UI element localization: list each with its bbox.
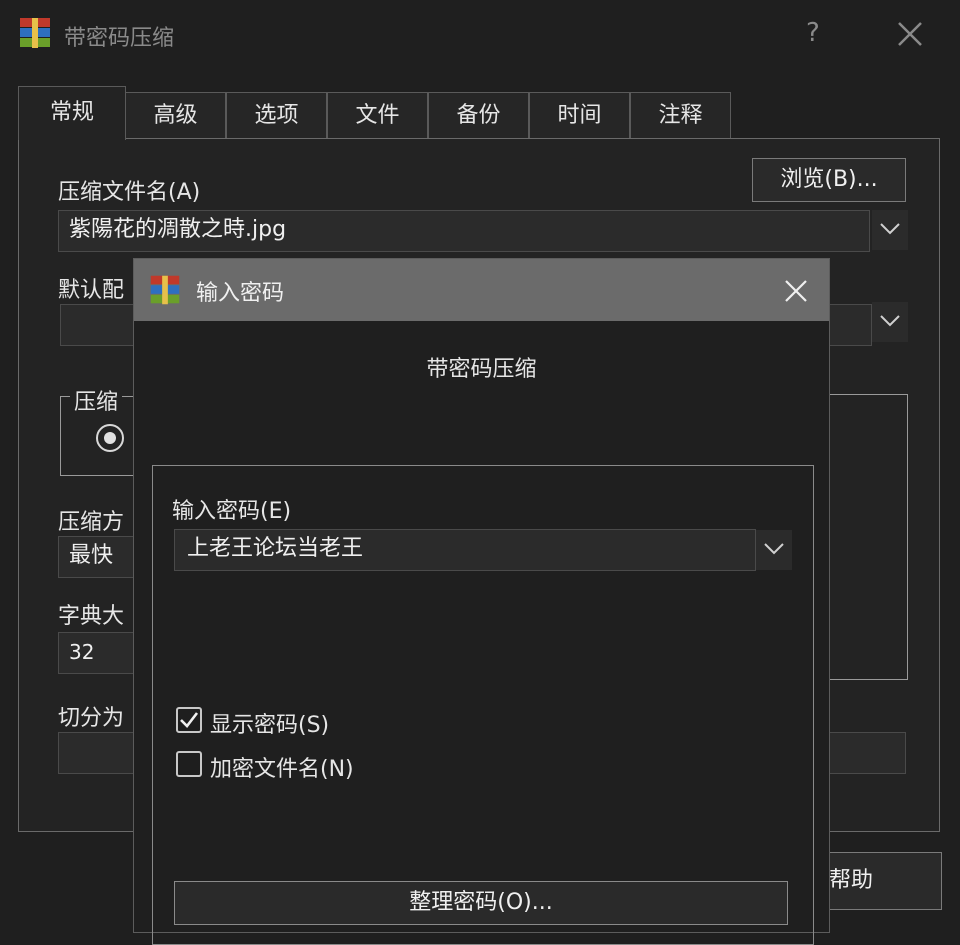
password-dropdown[interactable] (756, 530, 792, 570)
options-groupbox (826, 394, 908, 680)
tab-comment[interactable]: 注释 (630, 92, 731, 138)
winrar-app-icon (20, 18, 50, 48)
show-password-checkbox[interactable] (176, 707, 202, 733)
chevron-down-icon (880, 223, 900, 235)
tab-advanced[interactable]: 高级 (125, 92, 226, 138)
archive-name-input[interactable]: 紫陽花的凋散之時.jpg (58, 210, 870, 252)
close-icon[interactable] (896, 20, 924, 48)
tab-options[interactable]: 选项 (226, 92, 327, 138)
browse-button[interactable]: 浏览(B)... (752, 158, 906, 202)
chevron-down-icon (880, 315, 900, 327)
archive-name-label: 压缩文件名(A) (58, 180, 201, 205)
help-title-button[interactable]: ? (806, 18, 820, 48)
tab-general[interactable]: 常规 (18, 86, 126, 140)
format-group-label: 压缩 (70, 384, 123, 416)
dictionary-label: 字典大 (58, 604, 125, 629)
tab-backup[interactable]: 备份 (428, 92, 529, 138)
password-label: 输入密码(E) (172, 499, 292, 524)
radio-button-selected[interactable] (96, 424, 124, 452)
show-password-label[interactable]: 显示密码(S) (210, 707, 329, 739)
tab-files[interactable]: 文件 (327, 92, 428, 138)
default-profile-dropdown[interactable] (872, 302, 908, 342)
encrypt-filenames-label[interactable]: 加密文件名(N) (210, 751, 354, 783)
help-button[interactable]: 帮助 (820, 852, 942, 910)
dialog-heading: 带密码压缩 (426, 357, 537, 382)
winrar-dialog-icon (150, 275, 180, 305)
main-titlebar: 带密码压缩 ? (0, 0, 960, 70)
split-label: 切分为 (58, 706, 125, 731)
password-input[interactable]: 上老王论坛当老王 (174, 529, 756, 571)
window-title: 带密码压缩 (64, 26, 175, 51)
split-right-input[interactable] (820, 732, 906, 774)
tab-time[interactable]: 时间 (529, 92, 630, 138)
dialog-title: 输入密码 (196, 281, 285, 306)
checkmark-icon (180, 712, 199, 728)
chevron-down-icon (764, 543, 784, 555)
archive-name-dropdown[interactable] (872, 210, 908, 250)
encrypt-filenames-checkbox[interactable] (176, 751, 202, 777)
dialog-titlebar: 输入密码 (134, 259, 829, 321)
default-profile-label: 默认配 (58, 278, 125, 303)
organize-passwords-button[interactable]: 整理密码(O)... (174, 881, 788, 925)
password-dialog: 输入密码 带密码压缩 输入密码(E) 上老王论坛当老王 显示密码(S) 加密文件… (133, 258, 830, 945)
method-label: 压缩方 (58, 510, 125, 535)
dialog-close-icon[interactable] (784, 279, 808, 303)
